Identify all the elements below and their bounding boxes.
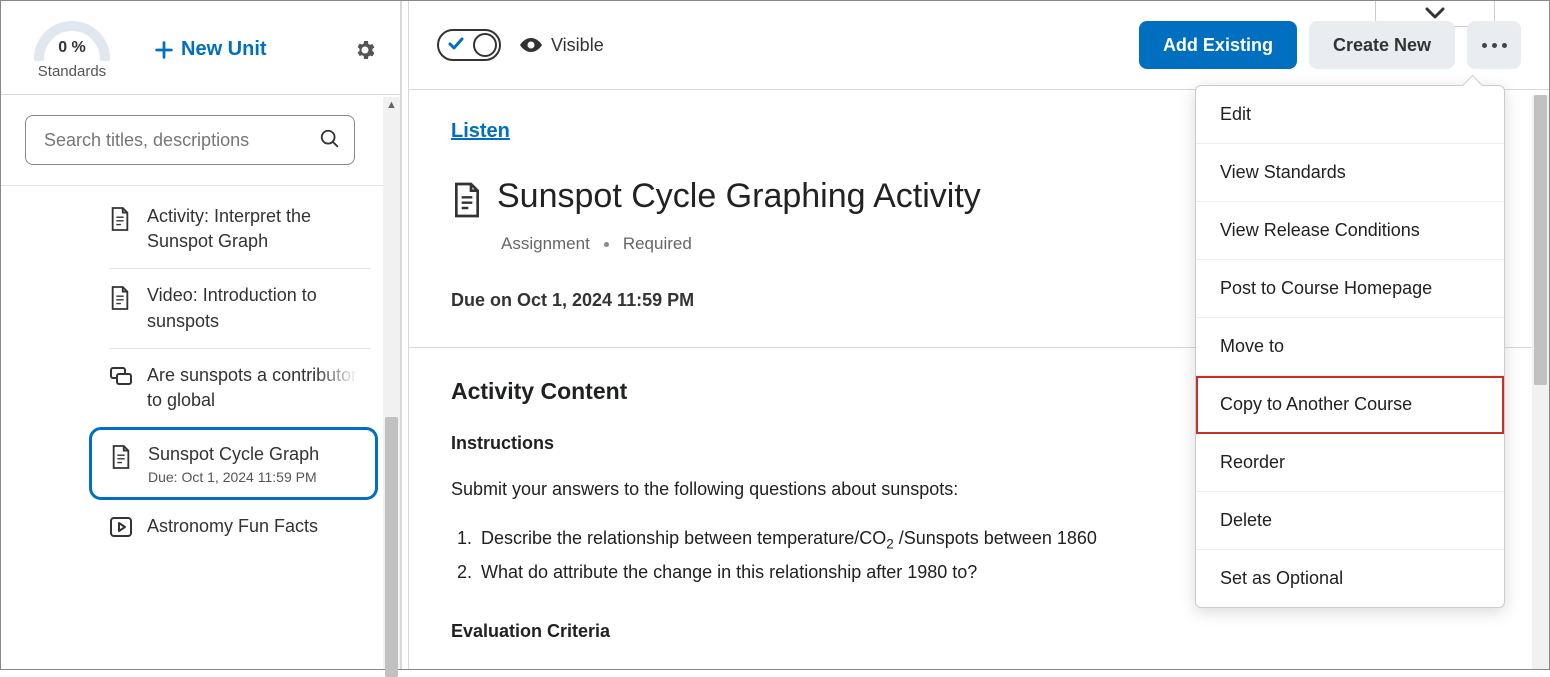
content-list: Activity: Interpret the Sunspot Graph Vi…: [1, 186, 400, 669]
menu-reorder[interactable]: Reorder: [1196, 434, 1504, 492]
main-scrollbar[interactable]: [1532, 95, 1549, 669]
new-unit-button[interactable]: New Unit: [153, 38, 350, 61]
eye-icon: [519, 36, 543, 54]
scroll-up-icon: ▲: [386, 99, 397, 111]
more-actions-button[interactable]: [1467, 21, 1521, 69]
list-item-title: Activity: Interpret the Sunspot Graph: [147, 206, 311, 251]
video-icon: [109, 516, 135, 543]
menu-copy-to-another-course[interactable]: Copy to Another Course: [1196, 376, 1504, 434]
list-item-sub: Due: Oct 1, 2024 11:59 PM: [148, 469, 363, 485]
scrollbar-thumb[interactable]: [385, 417, 398, 677]
list-item[interactable]: Are sunspots a contributor to global: [109, 348, 370, 427]
gear-icon: [353, 38, 377, 62]
standards-gauge[interactable]: 0 % Standards: [31, 19, 113, 80]
meta-dot: [604, 242, 609, 247]
search-icon: [319, 128, 341, 150]
document-icon: [451, 181, 483, 224]
document-icon: [109, 285, 135, 316]
menu-move-to[interactable]: Move to: [1196, 318, 1504, 376]
toggle-knob: [473, 33, 497, 57]
discussion-icon: [109, 365, 135, 394]
plus-icon: [153, 39, 175, 61]
page-type: Assignment: [501, 234, 590, 254]
sidebar-header: 0 % Standards New Unit: [1, 1, 400, 95]
document-icon: [110, 444, 136, 475]
visibility-indicator: Visible: [519, 35, 604, 56]
search-input[interactable]: [25, 115, 355, 165]
check-icon: [447, 35, 465, 53]
main-panel: Visible Add Existing Create New Listen S…: [409, 1, 1549, 669]
standards-percent: 0 %: [31, 39, 113, 57]
listen-link[interactable]: Listen: [451, 120, 510, 142]
sidebar: 0 % Standards New Unit: [1, 1, 401, 669]
list-item-title: Are sunspots a contributor to global: [147, 363, 358, 413]
menu-view-standards[interactable]: View Standards: [1196, 144, 1504, 202]
topbar: Visible Add Existing Create New: [409, 1, 1549, 90]
actions-dropdown: Edit View Standards View Release Conditi…: [1195, 85, 1505, 608]
sidebar-scrollbar[interactable]: ▲: [383, 97, 400, 669]
evaluation-heading: Evaluation Criteria: [451, 621, 1507, 642]
ellipsis-icon: [1482, 43, 1507, 48]
list-item[interactable]: Astronomy Fun Facts: [109, 500, 370, 557]
list-item[interactable]: Video: Introduction to sunspots: [109, 268, 370, 347]
new-unit-label: New Unit: [181, 38, 267, 61]
create-new-button[interactable]: Create New: [1309, 21, 1455, 69]
menu-set-optional[interactable]: Set as Optional: [1196, 550, 1504, 607]
list-item-selected[interactable]: Sunspot Cycle Graph Due: Oct 1, 2024 11:…: [89, 427, 378, 500]
page-required: Required: [623, 234, 692, 254]
settings-button[interactable]: [350, 35, 380, 65]
list-item[interactable]: Activity: Interpret the Sunspot Graph: [109, 190, 370, 268]
add-existing-button[interactable]: Add Existing: [1139, 21, 1297, 69]
menu-post-homepage[interactable]: Post to Course Homepage: [1196, 260, 1504, 318]
search-row: [1, 95, 400, 186]
list-item-title: Video: Introduction to sunspots: [147, 285, 317, 330]
visibility-label: Visible: [551, 35, 604, 56]
menu-delete[interactable]: Delete: [1196, 492, 1504, 550]
list-item-title: Sunspot Cycle Graph: [148, 442, 363, 467]
standards-label: Standards: [38, 63, 106, 80]
scrollbar-thumb[interactable]: [1534, 95, 1547, 385]
visibility-toggle[interactable]: [437, 29, 501, 61]
menu-view-release-conditions[interactable]: View Release Conditions: [1196, 202, 1504, 260]
list-item-title: Astronomy Fun Facts: [147, 516, 318, 536]
menu-edit[interactable]: Edit: [1196, 86, 1504, 144]
pane-divider[interactable]: [401, 1, 409, 669]
document-icon: [109, 206, 135, 237]
page-title: Sunspot Cycle Graphing Activity: [497, 177, 981, 216]
